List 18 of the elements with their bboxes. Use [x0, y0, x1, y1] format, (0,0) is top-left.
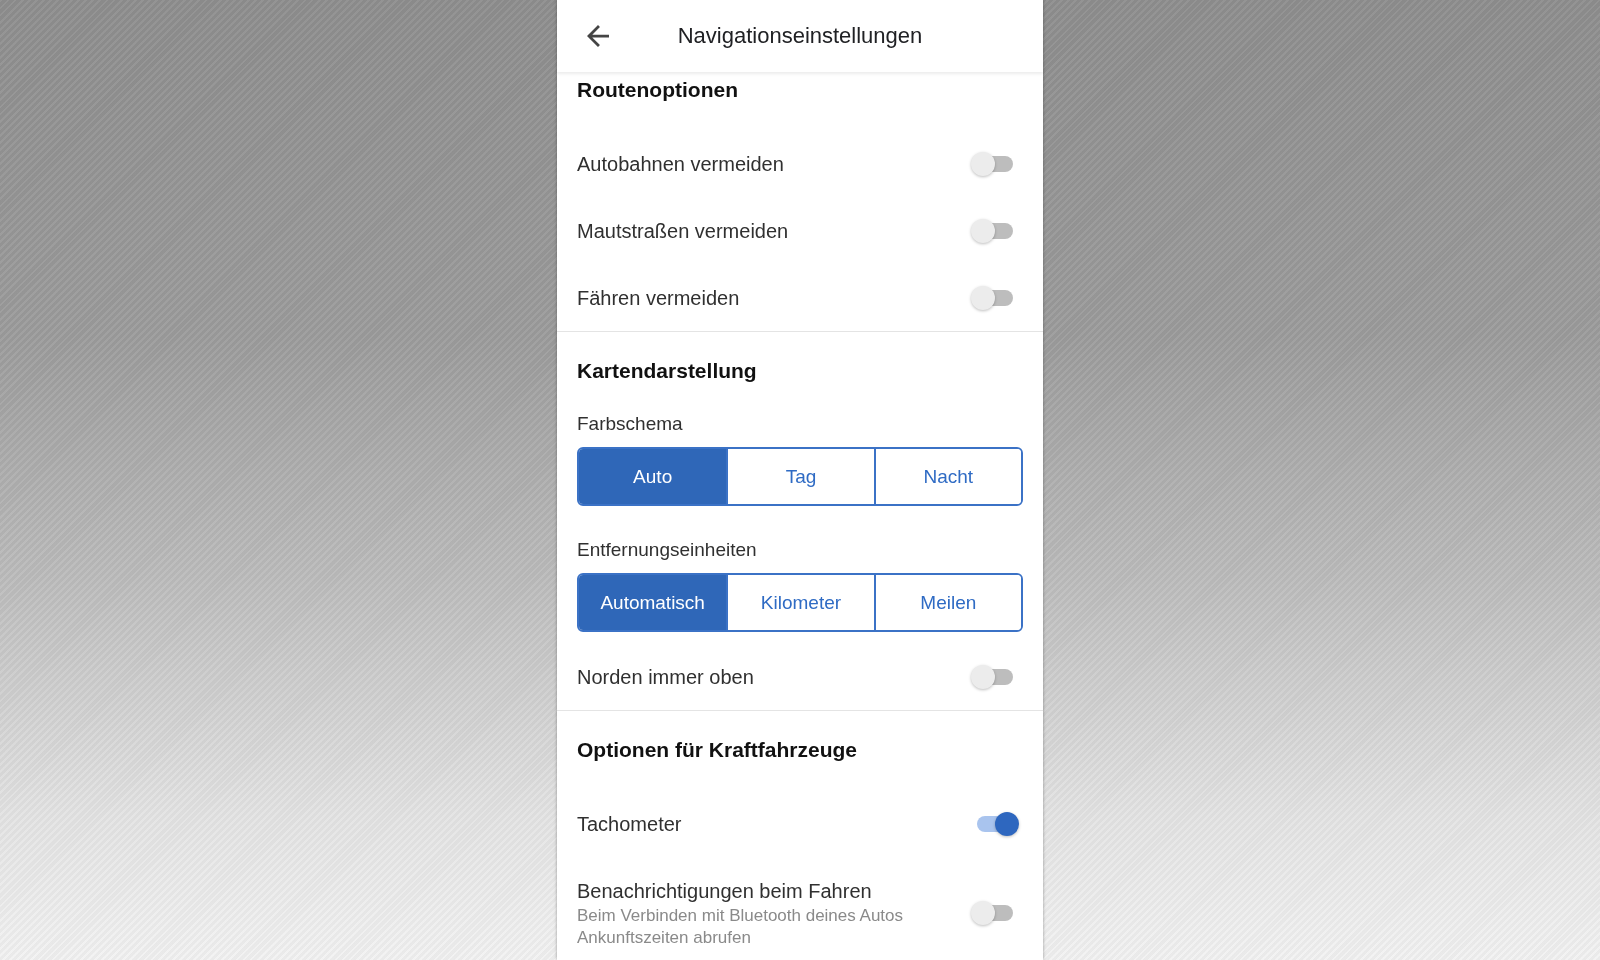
- setting-label: Mautstraßen vermeiden: [577, 218, 789, 244]
- field-label: Farbschema: [577, 412, 684, 436]
- segment-option[interactable]: Automatisch: [579, 575, 727, 630]
- page-title: Navigationseinstellungen: [676, 23, 924, 49]
- setting-label: Fähren vermeiden: [577, 285, 740, 311]
- setting-label: Benachrichtigungen beim Fahren: [577, 879, 873, 904]
- field-label: Entfernungseinheiten: [577, 538, 758, 562]
- back-arrow-icon[interactable]: [587, 25, 609, 47]
- segment-option[interactable]: Auto: [579, 449, 727, 504]
- section-heading: Optionen für Kraftfahrzeuge: [577, 737, 858, 763]
- setting-label: Autobahnen vermeiden: [577, 151, 784, 177]
- setting-description: Beim Verbinden mit Bluetooth deines Autos Ankunftszeiten abrufen: [577, 905, 905, 949]
- segment-option[interactable]: Nacht: [873, 449, 1021, 504]
- section-heading: Kartendarstellung: [577, 358, 758, 384]
- section-heading: Routenoptionen: [577, 77, 739, 103]
- setting-label: Norden immer oben: [577, 664, 754, 690]
- segment-option[interactable]: Meilen: [873, 575, 1021, 630]
- setting-label: Tachometer: [577, 811, 682, 837]
